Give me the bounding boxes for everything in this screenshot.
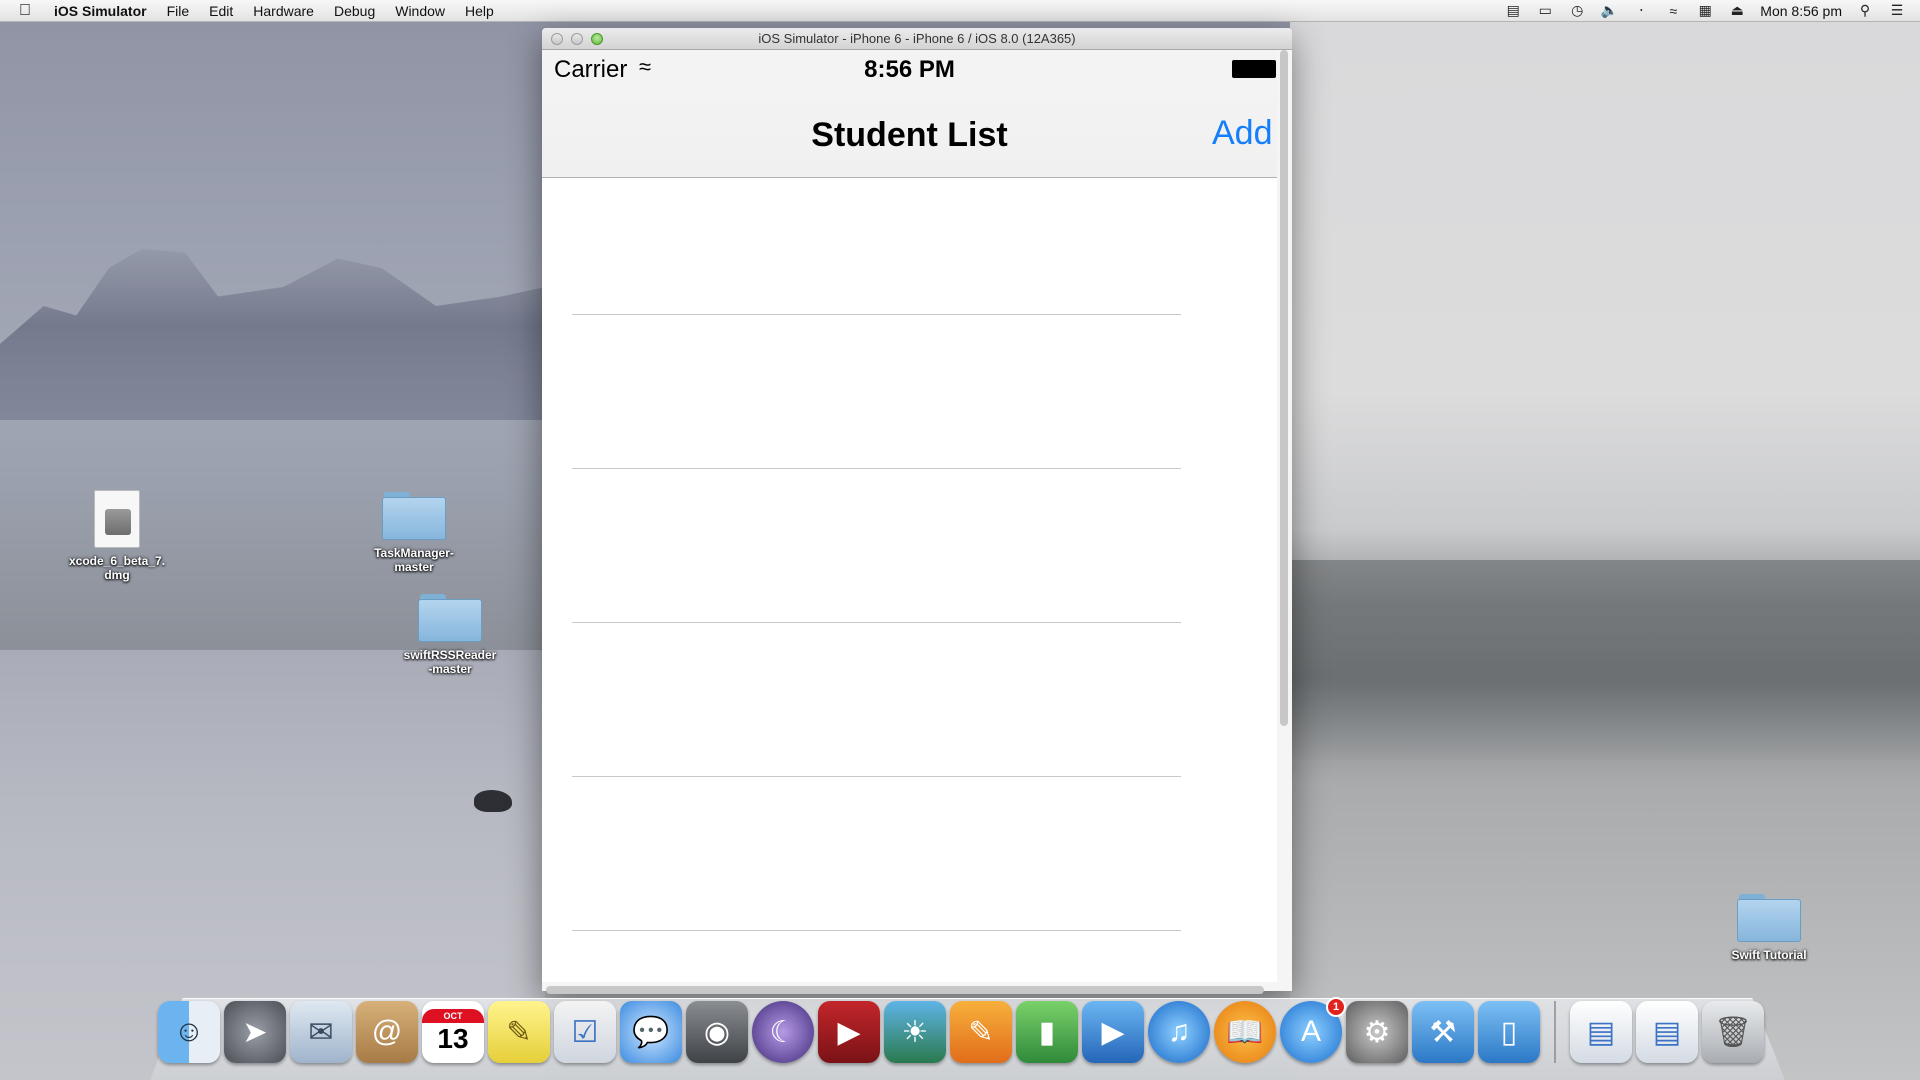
pages-icon[interactable]: ✎ — [950, 1001, 1012, 1063]
downloads-stack-icon[interactable]: ▤ — [1570, 1001, 1632, 1063]
trash-icon[interactable]: 🗑 — [1702, 1001, 1764, 1063]
facetime-icon[interactable]: ◉ — [686, 1001, 748, 1063]
menu-window[interactable]: Window — [385, 0, 455, 22]
menu-file[interactable]: File — [157, 0, 200, 22]
folder-icon — [418, 594, 482, 642]
window-title: iOS Simulator - iPhone 6 - iPhone 6 / iO… — [758, 31, 1076, 46]
dvd-player-icon[interactable]: ▶ — [818, 1001, 880, 1063]
time-machine-icon[interactable]: ◷ — [1568, 2, 1586, 19]
desktop-item-swift-tutorial[interactable]: Swift Tutorial — [1714, 894, 1824, 962]
reminders-icon[interactable]: ☑ — [554, 1001, 616, 1063]
folder-icon — [382, 492, 446, 540]
documents-stack-icon[interactable]: ▤ — [1636, 1001, 1698, 1063]
app-store-icon[interactable]: A 1 — [1280, 997, 1346, 1063]
duck-decoration — [474, 790, 512, 812]
desktop-item-swiftrssreader[interactable]: swiftRSSReader -master — [395, 594, 505, 676]
vertical-scrollbar[interactable] — [1280, 50, 1288, 726]
dock-separator — [1554, 1001, 1556, 1063]
spotlight-search-icon[interactable]: ⚲ — [1856, 2, 1874, 19]
contacts-icon[interactable]: @ — [356, 1001, 418, 1063]
wallpaper-trees — [0, 249, 545, 420]
calendar-month: OCT — [422, 1009, 484, 1023]
disk-image-icon — [94, 490, 140, 548]
desktop-item-label: TaskManager- master — [374, 546, 454, 574]
apple-menu-icon[interactable]:  — [0, 2, 50, 20]
status-menus: ▤ ▭ ◷ 🔈 ᛫ ≈ ▦ ⏏ Mon 8:56 pm ⚲ ☰ — [1504, 2, 1920, 19]
folder-icon — [1737, 894, 1801, 942]
table-row[interactable] — [542, 777, 1277, 931]
keynote-icon[interactable]: ▶ — [1082, 1001, 1144, 1063]
document-icon[interactable]: ▤ — [1504, 2, 1522, 19]
eclipse-icon[interactable]: ☾ — [752, 1001, 814, 1063]
finder-icon[interactable]: ☺ — [158, 1001, 220, 1063]
dock-items: ☺ ➤ ✉ @ OCT 13 ✎ ☑ 💬 ◉ ☾ ▶ ☀ ✎ ▮ ▶ ♫ 📖 A… — [158, 997, 1764, 1063]
navigation-bar: Student List Add — [542, 90, 1277, 178]
status-time: 8:56 PM — [864, 56, 955, 83]
app-store-badge: 1 — [1326, 997, 1346, 1017]
student-table[interactable] — [542, 178, 1277, 931]
simulator-window: iOS Simulator - iPhone 6 - iPhone 6 / iO… — [542, 28, 1292, 994]
messages-icon[interactable]: 💬 — [620, 1001, 682, 1063]
menu-hardware[interactable]: Hardware — [243, 0, 324, 22]
zoom-icon[interactable] — [591, 33, 603, 45]
numbers-icon[interactable]: ▮ — [1016, 1001, 1078, 1063]
wallpaper-right — [1290, 22, 1920, 1080]
volume-icon[interactable]: 🔈 — [1600, 2, 1618, 19]
table-row[interactable] — [542, 178, 1277, 315]
device-screen: Carrier ≈ 8:56 PM Student List Add — [542, 50, 1277, 982]
bluetooth-icon[interactable]: ᛫ — [1632, 3, 1650, 19]
launchpad-icon[interactable]: ➤ — [224, 1001, 286, 1063]
menubar-clock[interactable]: Mon 8:56 pm — [1760, 3, 1842, 19]
xcode-icon[interactable]: ⚒ — [1412, 1001, 1474, 1063]
wallpaper-reeds — [1290, 560, 1920, 760]
horizontal-scrollbar[interactable] — [546, 986, 1264, 994]
ibooks-icon[interactable]: 📖 — [1214, 1001, 1276, 1063]
desktop-item-taskmanager[interactable]: TaskManager- master — [359, 492, 469, 574]
app-menu[interactable]: iOS Simulator — [50, 0, 157, 22]
add-button[interactable]: Add — [1212, 114, 1273, 153]
system-preferences-icon[interactable]: ⚙ — [1346, 1001, 1408, 1063]
desktop-item-label: swiftRSSReader -master — [403, 648, 497, 676]
calendar-day: 13 — [437, 1023, 469, 1054]
window-controls — [551, 33, 603, 45]
calendar-icon[interactable]: OCT 13 — [422, 1001, 484, 1063]
notes-icon[interactable]: ✎ — [488, 1001, 550, 1063]
input-menu-icon[interactable]: ▦ — [1696, 2, 1714, 19]
eject-icon[interactable]: ⏏ — [1728, 2, 1746, 19]
table-row[interactable] — [542, 469, 1277, 623]
table-row[interactable] — [542, 315, 1277, 469]
row-separator — [572, 930, 1181, 931]
wifi-icon[interactable]: ≈ — [1664, 3, 1682, 19]
iphoto-icon[interactable]: ☀ — [884, 1001, 946, 1063]
itunes-icon[interactable]: ♫ — [1148, 1001, 1210, 1063]
mail-icon[interactable]: ✉ — [290, 1001, 352, 1063]
minimize-icon[interactable] — [571, 33, 583, 45]
menu-bar:  iOS Simulator File Edit Hardware Debug… — [0, 0, 1920, 22]
menu-debug[interactable]: Debug — [324, 0, 385, 22]
airplay-icon[interactable]: ▭ — [1536, 2, 1554, 19]
desktop-item-label: xcode_6_beta_7. dmg — [68, 554, 166, 582]
battery-icon — [1232, 60, 1276, 78]
ios-status-bar: Carrier ≈ 8:56 PM — [542, 50, 1277, 90]
close-icon[interactable] — [551, 33, 563, 45]
nav-title: Student List — [811, 116, 1008, 154]
ios-simulator-icon[interactable]: ▯ — [1478, 1001, 1540, 1063]
desktop-item-label: Swift Tutorial — [1731, 948, 1807, 962]
menu-edit[interactable]: Edit — [199, 0, 243, 22]
desktop-item-dmg[interactable]: xcode_6_beta_7. dmg — [62, 490, 172, 582]
table-row[interactable] — [542, 623, 1277, 777]
notification-center-icon[interactable]: ☰ — [1888, 2, 1906, 19]
menu-help[interactable]: Help — [455, 0, 504, 22]
window-titlebar[interactable]: iOS Simulator - iPhone 6 - iPhone 6 / iO… — [542, 28, 1292, 50]
